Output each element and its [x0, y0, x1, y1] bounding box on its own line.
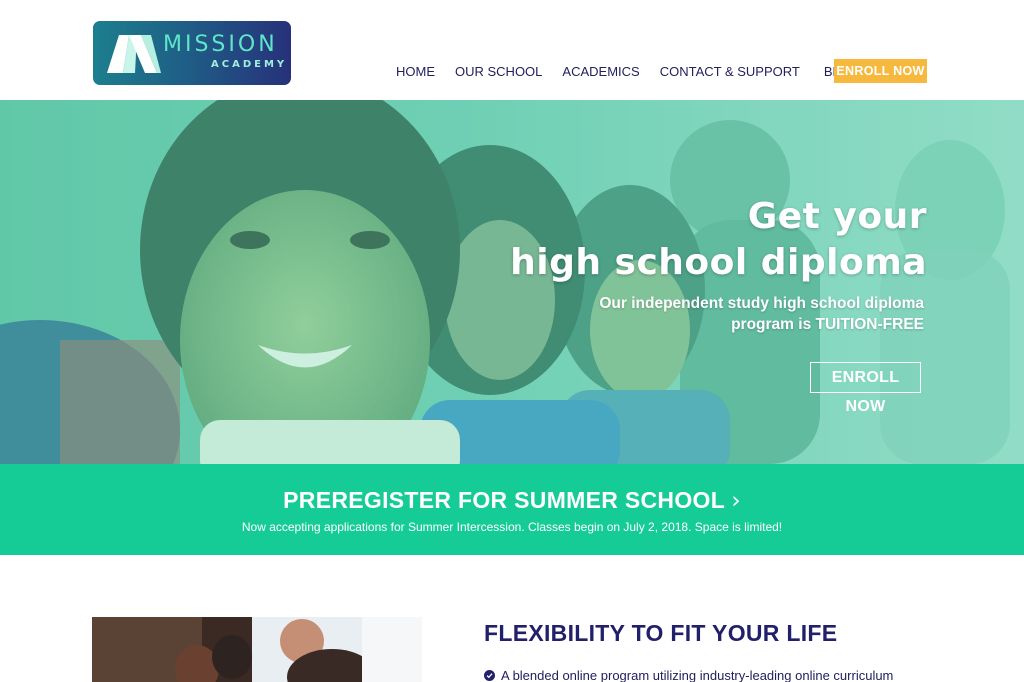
- hero-subtitle: Our independent study high school diplom…: [584, 293, 924, 335]
- hero-subtitle-line1: Our independent study high school diplom…: [599, 295, 924, 312]
- logo[interactable]: MISSION ACADEMY: [93, 21, 291, 85]
- summer-school-title[interactable]: PREREGISTER FOR SUMMER SCHOOL ›: [0, 487, 1024, 514]
- hero-title-line1: Get your: [747, 196, 927, 237]
- check-circle-icon: [484, 670, 495, 681]
- summer-school-banner[interactable]: PREREGISTER FOR SUMMER SCHOOL › Now acce…: [0, 464, 1024, 555]
- hero-enroll-button[interactable]: ENROLL NOW: [810, 362, 921, 415]
- summer-school-text: Now accepting applications for Summer In…: [241, 520, 783, 534]
- logo-mark-icon: [107, 35, 161, 73]
- logo-wordmark: MISSION: [163, 32, 278, 57]
- feature-list-item: A blended online program utilizing indus…: [484, 668, 893, 682]
- nav-contact-support[interactable]: CONTACT & SUPPORT: [660, 64, 800, 79]
- classroom-photo: [92, 617, 422, 682]
- hero-subtitle-line2: program is TUITION-FREE: [731, 316, 924, 333]
- site-header: MISSION ACADEMY HOME OUR SCHOOL ACADEMIC…: [0, 0, 1024, 100]
- summer-school-title-text: PREREGISTER FOR SUMMER SCHOOL: [283, 487, 725, 513]
- feature-item-text: A blended online program utilizing indus…: [501, 668, 894, 682]
- features-title: FLEXIBILITY TO FIT YOUR LIFE: [484, 620, 838, 646]
- enroll-now-button[interactable]: ENROLL NOW: [834, 59, 927, 83]
- hero-title-line2: high school diploma: [510, 242, 927, 283]
- nav-home[interactable]: HOME: [396, 64, 435, 79]
- logo-subtitle: ACADEMY: [211, 59, 288, 70]
- main-nav: HOME OUR SCHOOL ACADEMICS CONTACT & SUPP…: [396, 64, 880, 79]
- hero-banner: Get your high school diploma Our indepen…: [0, 100, 1024, 464]
- nav-our-school[interactable]: OUR SCHOOL: [455, 64, 542, 79]
- chevron-right-icon: ›: [731, 488, 741, 514]
- classroom-illustration: [92, 617, 422, 682]
- nav-academics[interactable]: ACADEMICS: [562, 64, 639, 79]
